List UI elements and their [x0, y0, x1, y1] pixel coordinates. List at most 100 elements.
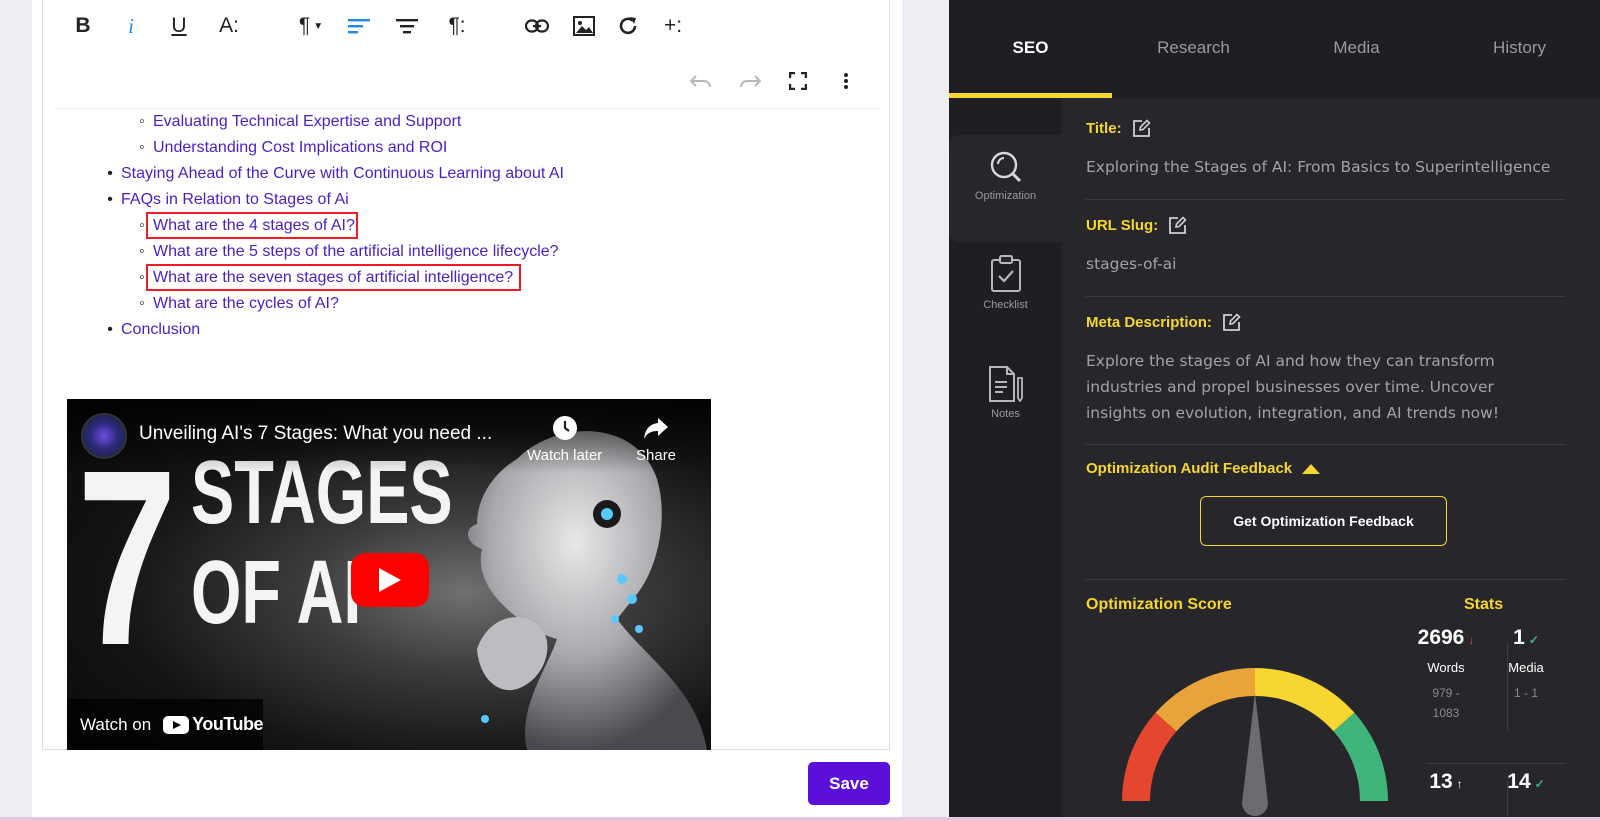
- list-item-link[interactable]: Evaluating Technical Expertise and Suppo…: [153, 113, 461, 130]
- side-nav-optimization[interactable]: Optimization: [949, 150, 1062, 202]
- play-icon: [379, 568, 401, 592]
- check-icon: ✓: [1534, 777, 1545, 791]
- words-label: Words: [1427, 660, 1465, 675]
- font-size-button[interactable]: A:: [212, 12, 246, 40]
- list-item: What are the cycles of AI?: [153, 293, 339, 315]
- side-nav-top-cap: [949, 98, 1062, 135]
- meta-description-line: insights on evolution, integration, and …: [1086, 404, 1500, 422]
- stat-third: 13 ↑: [1407, 770, 1485, 794]
- youtube-logo: YouTube: [163, 714, 263, 735]
- redo-refresh-button[interactable]: [613, 12, 643, 40]
- underline-button[interactable]: U: [164, 12, 194, 40]
- watch-later-button[interactable]: Watch later: [527, 415, 602, 464]
- tab-seo[interactable]: SEO: [949, 38, 1112, 58]
- undo-icon: [690, 75, 711, 88]
- meta-description-field-label: Meta Description:: [1086, 313, 1241, 332]
- align-center-button[interactable]: [392, 12, 422, 40]
- divider: [1086, 296, 1564, 297]
- slug-value[interactable]: stages-of-ai: [1086, 251, 1176, 277]
- tab-history[interactable]: History: [1438, 38, 1600, 58]
- divider: [1086, 444, 1564, 445]
- fullscreen-button[interactable]: [783, 68, 813, 94]
- list-item: Staying Ahead of the Curve with Continuo…: [121, 163, 564, 185]
- divider: [1086, 579, 1564, 580]
- bold-button[interactable]: B: [68, 12, 98, 40]
- stats-divider: [1427, 763, 1564, 764]
- list-item-link[interactable]: Staying Ahead of the Curve with Continuo…: [121, 165, 564, 182]
- side-nav-label: Checklist: [983, 299, 1028, 311]
- optimization-score-gauge: [1122, 668, 1388, 816]
- more-options-button[interactable]: [831, 68, 861, 94]
- clock-icon: [552, 416, 577, 440]
- paragraph-label: ¶: [298, 14, 311, 37]
- list-item-link[interactable]: Understanding Cost Implications and ROI: [153, 139, 447, 156]
- bullet-icon: [99, 319, 121, 341]
- edit-title-icon[interactable]: [1132, 119, 1151, 138]
- image-icon: [573, 16, 595, 36]
- divider: [1086, 199, 1564, 200]
- tab-research[interactable]: Research: [1112, 38, 1275, 58]
- check-icon: ✓: [1528, 633, 1539, 647]
- words-range-line: 1083: [1432, 706, 1460, 720]
- paragraph-format-button[interactable]: ¶ ▼: [292, 12, 330, 40]
- stat-media: 1 ✓ Media 1 - 1: [1487, 626, 1565, 703]
- media-label: Media: [1508, 660, 1544, 675]
- stats-divider: [1507, 642, 1508, 730]
- title-field-label: Title:: [1086, 119, 1151, 138]
- notes-icon: [988, 366, 1023, 402]
- list-item-link[interactable]: What are the cycles of AI?: [153, 295, 339, 312]
- share-button[interactable]: Share: [636, 415, 676, 464]
- list-item-link[interactable]: What are the 5 steps of the artificial i…: [153, 243, 559, 260]
- list-item: FAQs in Relation to Stages of Ai: [121, 189, 349, 211]
- highlight-box: [146, 264, 521, 291]
- list-item-link[interactable]: Conclusion: [121, 321, 200, 338]
- watch-on-youtube-link[interactable]: Watch on YouTube: [67, 699, 263, 750]
- title-value[interactable]: Exploring the Stages of AI: From Basics …: [1086, 154, 1550, 180]
- paragraph-options-button[interactable]: ¶:: [440, 12, 474, 40]
- bullet-icon: [131, 293, 153, 315]
- align-left-button[interactable]: [344, 12, 374, 40]
- get-feedback-button[interactable]: Get Optimization Feedback: [1200, 496, 1447, 546]
- share-arrow-icon: [644, 418, 669, 439]
- bullet-icon: [99, 163, 121, 185]
- insert-image-button[interactable]: [568, 12, 600, 40]
- share-label: Share: [636, 447, 677, 464]
- add-block-button[interactable]: +:: [656, 12, 690, 40]
- italic-button[interactable]: i: [116, 12, 146, 40]
- dropdown-caret-icon: ▼: [313, 20, 324, 32]
- list-item: Understanding Cost Implications and ROI: [153, 137, 447, 159]
- youtube-wordmark: YouTube: [192, 714, 263, 734]
- redo-icon: [740, 75, 761, 88]
- list-item-link[interactable]: FAQs in Relation to Stages of Ai: [121, 191, 349, 208]
- optimization-score-label: Optimization Score: [1086, 596, 1232, 613]
- meta-description-label: Meta Description:: [1086, 314, 1212, 331]
- meta-description-value[interactable]: Explore the stages of AI and how they ca…: [1086, 348, 1499, 426]
- play-button[interactable]: [351, 553, 429, 607]
- words-range-line: 979 -: [1432, 686, 1460, 700]
- bullet-icon: [131, 241, 153, 263]
- meta-description-line: industries and propel businesses over ti…: [1086, 378, 1494, 396]
- tab-media[interactable]: Media: [1275, 38, 1438, 58]
- undo-button[interactable]: [686, 68, 716, 94]
- bullet-icon: [131, 137, 153, 159]
- audit-feedback-toggle[interactable]: Optimization Audit Feedback: [1086, 460, 1321, 477]
- gauge-needle: [1242, 693, 1268, 816]
- list-item: What are the 5 steps of the artificial i…: [153, 241, 559, 263]
- video-title[interactable]: Unveiling AI's 7 Stages: What you need .…: [139, 423, 492, 445]
- insert-link-button[interactable]: [521, 12, 553, 40]
- edit-slug-icon[interactable]: [1168, 216, 1187, 235]
- bullet-icon: [99, 189, 121, 211]
- stat-words: 2696 ↓ Words 979 - 1083: [1407, 626, 1485, 723]
- save-button[interactable]: Save: [808, 762, 890, 805]
- media-range: 1 - 1: [1513, 686, 1538, 700]
- redo-button[interactable]: [735, 68, 765, 94]
- side-nav-notes[interactable]: Notes: [949, 366, 1062, 420]
- slug-field-label: URL Slug:: [1086, 216, 1187, 235]
- embedded-video[interactable]: 7 STAGES OF AI Unveiling AI's 7 Stages: …: [67, 399, 711, 750]
- refresh-icon: [619, 17, 637, 35]
- edit-meta-description-icon[interactable]: [1222, 313, 1241, 332]
- channel-avatar[interactable]: [81, 413, 127, 459]
- side-nav-checklist[interactable]: Checklist: [949, 255, 1062, 311]
- youtube-play-icon: [163, 715, 190, 734]
- toolbar-divider: [54, 108, 880, 109]
